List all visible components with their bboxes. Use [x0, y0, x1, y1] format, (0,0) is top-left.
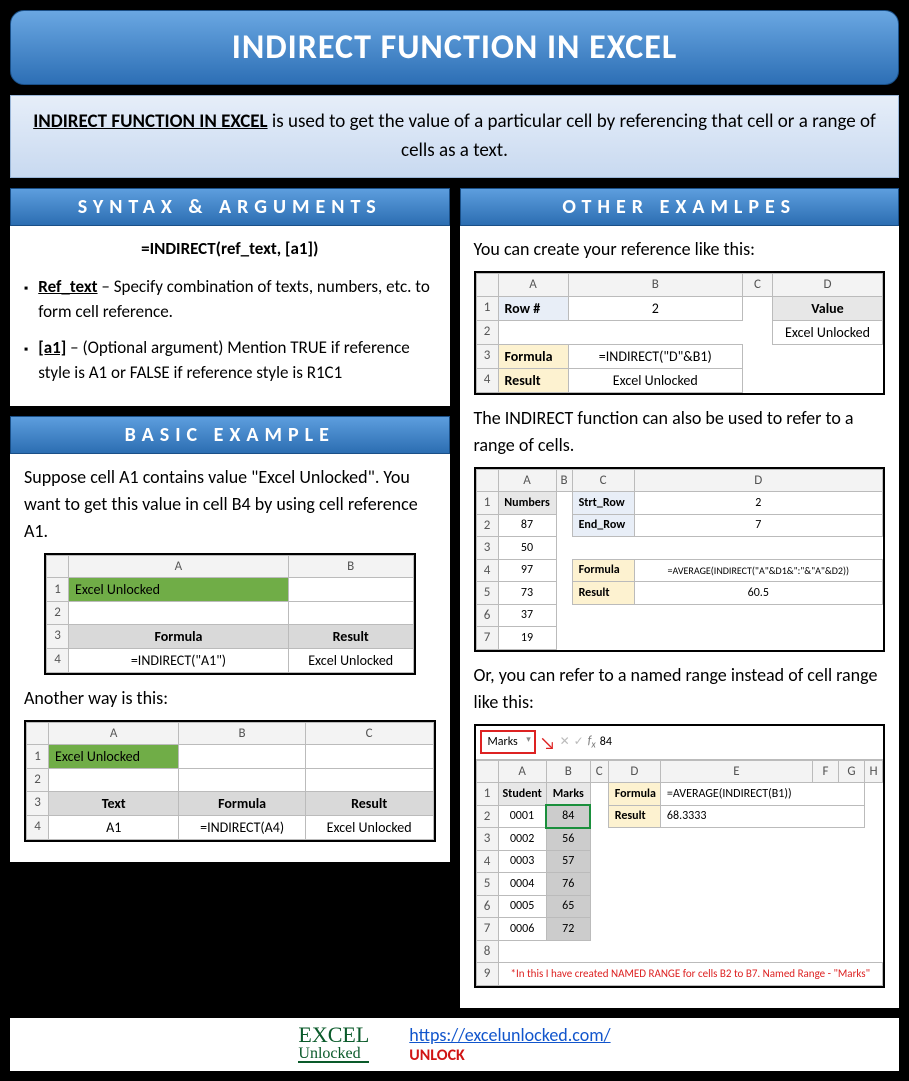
basic-p2: Another way is this: — [24, 685, 436, 712]
excel-unlocked-logo: EXCELUnlocked — [298, 1025, 369, 1063]
basic-body: Suppose cell A1 contains value "Excel Un… — [10, 454, 450, 862]
excel-example-4: ABCD 1NumbersStrt_Row2 287End_Row7 350 4… — [474, 467, 886, 652]
name-box[interactable]: Marks — [480, 730, 536, 754]
site-link[interactable]: https://excelunlocked.com/ — [409, 1024, 610, 1046]
arrow-icon: ↘ — [540, 730, 556, 757]
fx-icon: fx — [588, 732, 596, 751]
basic-header: BASIC EXAMPLE — [10, 416, 450, 454]
footer: EXCELUnlocked https://excelunlocked.com/… — [10, 1018, 899, 1071]
intro-bold: INDIRECT FUNCTION IN EXCEL — [33, 110, 267, 133]
syntax-header: SYNTAX & ARGUMENTS — [10, 188, 450, 226]
excel-example-2: ABC 1Excel Unlocked 2 3TextFormulaResult… — [24, 720, 436, 842]
excel-example-1: AB 1Excel Unlocked 2 3FormulaResult 4=IN… — [44, 553, 416, 675]
syntax-body: =INDIRECT(ref_text, [a1]) Ref_text – Spe… — [10, 226, 450, 406]
excel-example-5: Marks ↘ ✕ ✓ fx 84 ABCDEFGH 1StudentMarks… — [474, 724, 886, 988]
other-p2: The INDIRECT function can also be used t… — [474, 405, 886, 459]
other-p1: You can create your reference like this: — [474, 236, 886, 263]
other-p3: Or, you can refer to a named range inste… — [474, 662, 886, 716]
syntax-formula: =INDIRECT(ref_text, [a1]) — [24, 236, 436, 262]
other-body: You can create your reference like this:… — [460, 226, 900, 1008]
basic-p1: Suppose cell A1 contains value "Excel Un… — [24, 464, 436, 545]
named-range-note: *In this I have created NAMED RANGE for … — [498, 963, 883, 986]
arg-a1: [a1] – (Optional argument) Mention TRUE … — [24, 335, 436, 386]
other-header: OTHER EXAMLPES — [460, 188, 900, 226]
arg-ref-text: Ref_text – Specify combination of texts,… — [24, 274, 436, 325]
excel-example-3: ABCD 1Row #2Value 2Excel Unlocked 3Formu… — [474, 271, 886, 395]
main-title: INDIRECT FUNCTION IN EXCEL — [10, 10, 899, 85]
intro-rest: is used to get the value of a particular… — [268, 110, 876, 162]
unlock-label: UNLOCK — [409, 1046, 610, 1065]
formula-bar-value: 84 — [600, 733, 612, 751]
intro-description: INDIRECT FUNCTION IN EXCEL is used to ge… — [10, 95, 899, 178]
